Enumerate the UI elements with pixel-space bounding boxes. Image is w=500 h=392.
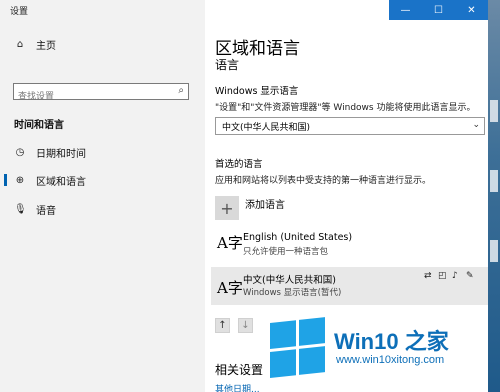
sidebar-item-speech[interactable]: 🎙︎ 语音 <box>0 197 205 221</box>
sidebar-item-label: 主页 <box>36 40 56 52</box>
sidebar-item-label: 区域和语言 <box>36 176 86 188</box>
desktop-icon[interactable] <box>490 240 498 262</box>
chevron-down-icon: ⌄ <box>472 120 480 130</box>
display-language-label: Windows 显示语言 <box>215 86 299 97</box>
move-down-button[interactable]: ↓ <box>238 318 253 333</box>
desktop-icon[interactable] <box>490 170 498 192</box>
sidebar-item-home[interactable]: ⌂ 主页 <box>0 32 205 56</box>
language-icon: A字 <box>217 279 243 297</box>
language-subtitle: 只允许使用一种语言包 <box>243 247 329 257</box>
settings-window: 设置 — ☐ ✕ ⌂ 主页 ⌕ 时间和语言 ◷ 日期和时间 ⊕ 区域和语言 🎙︎… <box>0 0 488 392</box>
sidebar: ⌂ 主页 ⌕ 时间和语言 ◷ 日期和时间 ⊕ 区域和语言 🎙︎ 语音 <box>0 20 205 392</box>
desktop-icon[interactable] <box>490 100 498 122</box>
minimize-button[interactable]: — <box>389 0 422 20</box>
typing-feature-icon: ✎ <box>466 271 474 281</box>
watermark: Win10 之家 www.win10xitong.com <box>270 317 488 379</box>
title-bar: 设置 — ☐ ✕ <box>0 0 488 20</box>
language-name[interactable]: 中文(中华人民共和国) <box>243 272 336 286</box>
display-language-hint: "设置"和"文件资源管理器"等 Windows 功能将使用此语言显示。 <box>215 103 476 113</box>
search-icon[interactable]: ⌕ <box>178 85 184 96</box>
sidebar-item-label: 日期和时间 <box>36 148 86 160</box>
related-settings-link[interactable]: 其他日期... <box>215 382 260 392</box>
add-language-button[interactable]: + <box>215 196 239 220</box>
arrow-up-icon: ↑ <box>218 320 227 331</box>
language-name[interactable]: English (United States) <box>243 232 352 243</box>
plus-icon: + <box>220 198 234 218</box>
language-icon: A字 <box>217 234 243 252</box>
watermark-title: Win10 之家 <box>334 329 449 354</box>
sidebar-item-region-language[interactable]: ⊕ 区域和语言 <box>0 168 205 192</box>
speech-feature-icon: ♪ <box>452 271 458 281</box>
desktop-background <box>488 0 500 392</box>
language-subtitle: Windows 显示语言(暂代) <box>243 288 342 298</box>
add-language-label[interactable]: 添加语言 <box>245 196 285 211</box>
related-settings-heading: 相关设置 <box>215 363 264 377</box>
windows-logo-icon <box>270 317 326 379</box>
display-language-select[interactable]: 中文(中华人民共和国) ⌄ <box>215 117 485 135</box>
display-language-feature-icon: ⇄ <box>424 271 432 281</box>
search-box[interactable]: ⌕ <box>13 83 189 105</box>
close-button[interactable]: ✕ <box>455 0 488 20</box>
window-title: 设置 <box>10 7 29 17</box>
microphone-icon: 🎙︎ <box>14 203 27 215</box>
sidebar-item-date-time[interactable]: ◷ 日期和时间 <box>0 140 205 164</box>
select-value: 中文(中华人民共和国) <box>222 122 311 133</box>
arrow-down-icon: ↓ <box>241 320 250 331</box>
calendar-clock-icon: ◷ <box>15 146 25 158</box>
section-heading: 时间和语言 <box>14 120 64 131</box>
globe-icon: ⊕ <box>15 174 25 186</box>
home-icon: ⌂ <box>16 38 24 50</box>
preferred-languages-label: 首选的语言 <box>215 159 263 170</box>
preferred-languages-hint: 应用和网站将以列表中受支持的第一种语言进行显示。 <box>215 176 432 186</box>
move-up-button[interactable]: ↑ <box>215 318 230 333</box>
search-input[interactable] <box>14 89 168 105</box>
sidebar-item-label: 语音 <box>36 205 56 217</box>
maximize-button[interactable]: ☐ <box>422 0 455 20</box>
handwriting-feature-icon: ◰ <box>438 271 447 281</box>
watermark-url: www.win10xitong.com <box>336 354 445 366</box>
section-title: 语言 <box>215 58 240 72</box>
